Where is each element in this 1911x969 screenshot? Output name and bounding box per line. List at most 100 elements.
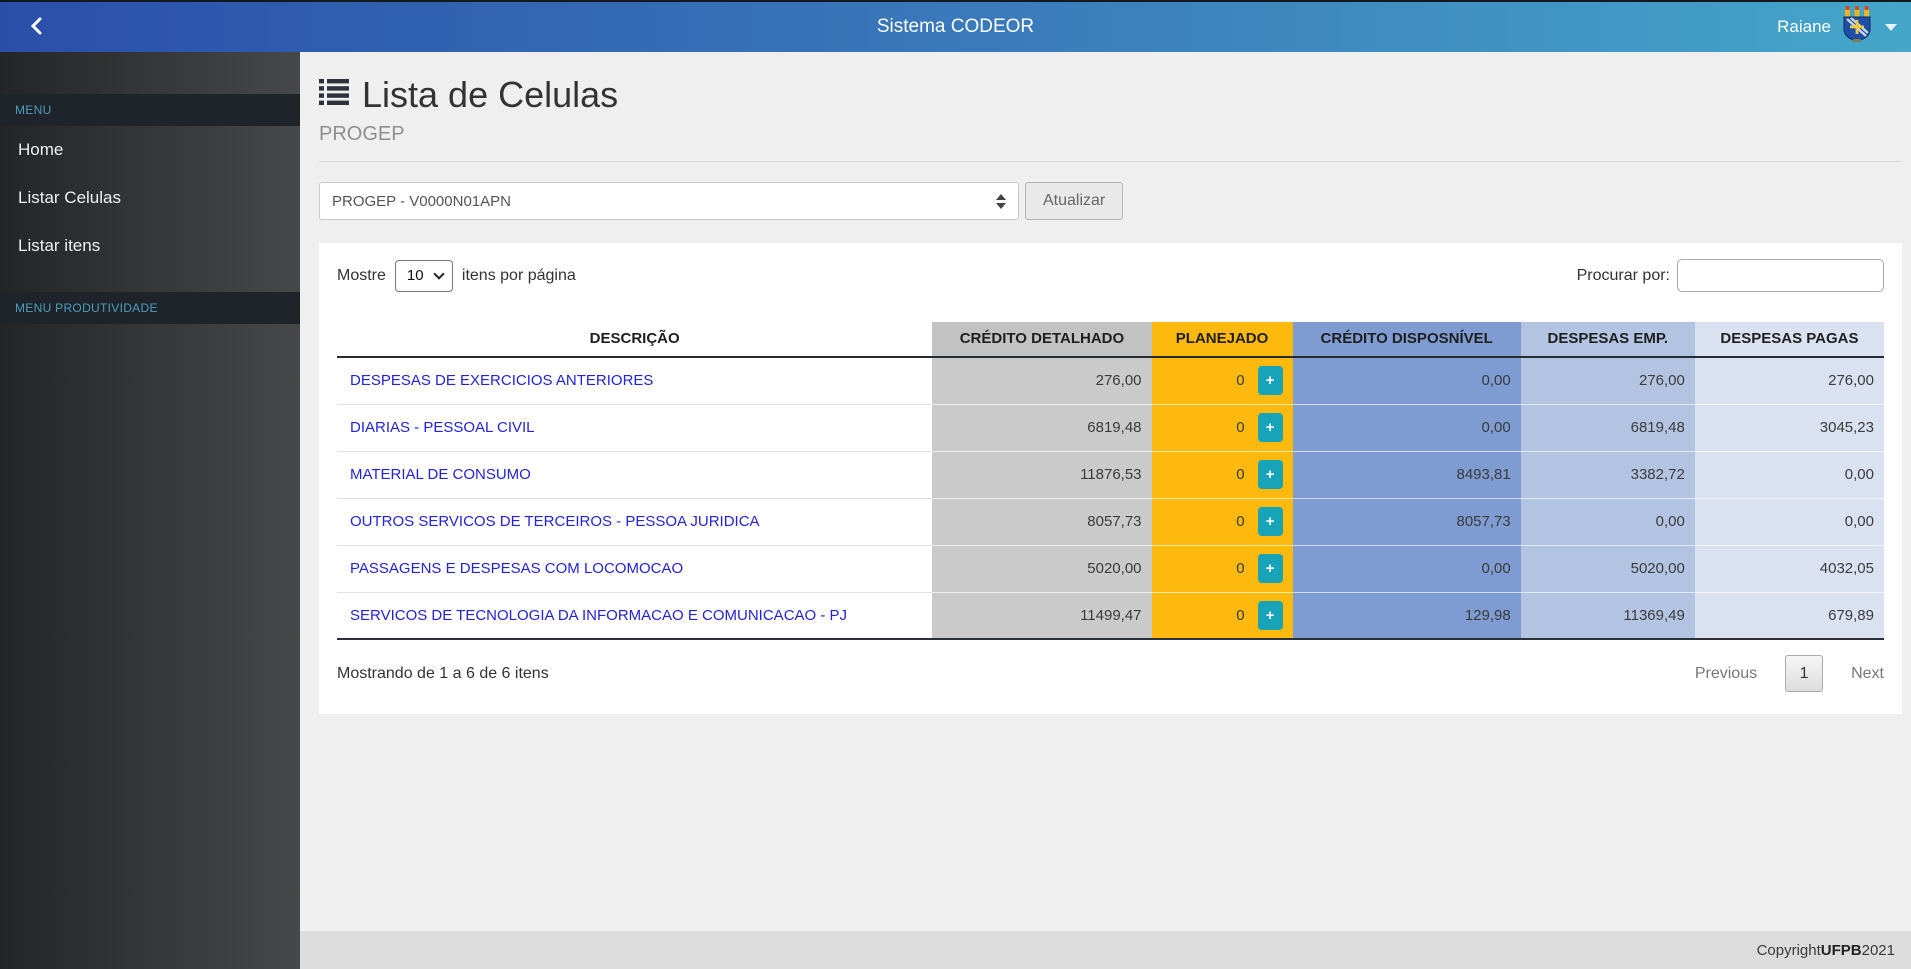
user-menu[interactable]: Raiane <box>1777 2 1897 52</box>
cell-despesas-pagas: 679,89 <box>1695 592 1884 639</box>
cell-credito-disponivel: 0,00 <box>1293 357 1521 404</box>
table-row: DIARIAS - PESSOAL CIVIL 6819,48 0+ 0,00 … <box>337 404 1884 451</box>
table-footer: Mostrando de 1 a 6 de 6 itens Previous 1… <box>337 655 1884 692</box>
sidebar: MENU Home Listar Celulas Listar itens ME… <box>0 52 300 969</box>
cell-despesas-emp: 3382,72 <box>1521 451 1695 498</box>
sidebar-item-listar-itens[interactable]: Listar itens <box>0 222 300 270</box>
page-size-select[interactable]: 10 <box>395 260 453 292</box>
cell-planejado: 0 <box>1236 372 1244 389</box>
add-planejado-button[interactable]: + <box>1258 507 1283 536</box>
main-content: Lista de Celulas PROGEP PROGEP - V0000N0… <box>300 52 1911 931</box>
add-planejado-button[interactable]: + <box>1258 554 1283 583</box>
table-row: SERVICOS DE TECNOLOGIA DA INFORMACAO E C… <box>337 592 1884 639</box>
add-planejado-button[interactable]: + <box>1258 460 1283 489</box>
celula-link[interactable]: SERVICOS DE TECNOLOGIA DA INFORMACAO E C… <box>350 607 847 624</box>
table-row: MATERIAL DE CONSUMO 11876,53 0+ 8493,81 … <box>337 451 1884 498</box>
back-button[interactable] <box>16 2 56 52</box>
celula-select[interactable]: PROGEP - V0000N01APN <box>319 182 1019 220</box>
table-row: OUTROS SERVICOS DE TERCEIROS - PESSOA JU… <box>337 498 1884 545</box>
cell-despesas-emp: 276,00 <box>1521 357 1695 404</box>
ufpb-logo-icon <box>1842 6 1872 48</box>
cell-credito-disponivel: 0,00 <box>1293 404 1521 451</box>
celula-select-value: PROGEP - V0000N01APN <box>332 193 511 210</box>
atualizar-button[interactable]: Atualizar <box>1025 182 1123 220</box>
cell-despesas-emp: 11369,49 <box>1521 592 1695 639</box>
cell-despesas-pagas: 4032,05 <box>1695 545 1884 592</box>
cell-credito-detalhado: 11499,47 <box>932 592 1151 639</box>
page-number-button[interactable]: 1 <box>1785 655 1823 692</box>
col-header-despesas-pagas[interactable]: DESPESAS PAGAS <box>1695 322 1884 357</box>
pagination-info: Mostrando de 1 a 6 de 6 itens <box>337 665 549 683</box>
celulas-table: DESCRIÇÃO CRÉDITO DETALHADO PLANEJADO CR… <box>337 322 1884 640</box>
celula-link[interactable]: DESPESAS DE EXERCICIOS ANTERIORES <box>350 372 653 389</box>
cell-planejado: 0 <box>1236 513 1244 530</box>
page-footer: CopyrightUFPB2021 <box>300 931 1911 969</box>
table-controls: Mostre 10 itens por página Procurar por: <box>337 259 1884 292</box>
length-label-suffix: itens por página <box>462 267 576 285</box>
table-row: PASSAGENS E DESPESAS COM LOCOMOCAO 5020,… <box>337 545 1884 592</box>
search-input[interactable] <box>1677 259 1884 292</box>
cell-credito-detalhado: 8057,73 <box>932 498 1151 545</box>
cell-credito-disponivel: 8057,73 <box>1293 498 1521 545</box>
col-header-credito-detalhado[interactable]: CRÉDITO DETALHADO <box>932 322 1151 357</box>
cell-credito-detalhado: 6819,48 <box>932 404 1151 451</box>
next-page-button[interactable]: Next <box>1851 665 1884 683</box>
chevron-down-icon <box>1885 24 1897 31</box>
user-name: Raiane <box>1777 17 1831 37</box>
cell-credito-disponivel: 8493,81 <box>1293 451 1521 498</box>
page-title: Lista de Celulas <box>362 74 618 116</box>
chevron-left-icon <box>29 17 44 38</box>
add-planejado-button[interactable]: + <box>1258 601 1283 630</box>
cell-despesas-pagas: 0,00 <box>1695 451 1884 498</box>
sidebar-spacer <box>0 270 300 292</box>
table-row: DESPESAS DE EXERCICIOS ANTERIORES 276,00… <box>337 357 1884 404</box>
top-navbar: Sistema CODEOR Raiane <box>0 0 1911 52</box>
page-subtitle: PROGEP <box>319 123 1902 146</box>
celula-link[interactable]: MATERIAL DE CONSUMO <box>350 466 531 483</box>
page-size-value: 10 <box>407 267 424 284</box>
copyright-prefix: Copyright <box>1757 942 1821 959</box>
copyright-brand: UFPB <box>1821 942 1862 959</box>
app-title: Sistema CODEOR <box>0 16 1911 38</box>
celula-link[interactable]: OUTROS SERVICOS DE TERCEIROS - PESSOA JU… <box>350 513 760 530</box>
col-header-despesas-emp[interactable]: DESPESAS EMP. <box>1521 322 1695 357</box>
cell-planejado: 0 <box>1236 419 1244 436</box>
cell-despesas-pagas: 0,00 <box>1695 498 1884 545</box>
divider <box>319 161 1902 162</box>
previous-page-button[interactable]: Previous <box>1695 665 1757 683</box>
cell-planejado: 0 <box>1236 560 1244 577</box>
table-header-row: DESCRIÇÃO CRÉDITO DETALHADO PLANEJADO CR… <box>337 322 1884 357</box>
celula-link[interactable]: PASSAGENS E DESPESAS COM LOCOMOCAO <box>350 560 683 577</box>
celula-link[interactable]: DIARIAS - PESSOAL CIVIL <box>350 419 535 436</box>
filter-row: PROGEP - V0000N01APN Atualizar <box>319 182 1902 220</box>
cell-planejado: 0 <box>1236 466 1244 483</box>
list-icon <box>319 78 349 112</box>
add-planejado-button[interactable]: + <box>1258 413 1283 442</box>
sidebar-item-listar-celulas[interactable]: Listar Celulas <box>0 174 300 222</box>
sidebar-section-menu: MENU <box>0 94 300 126</box>
cell-credito-disponivel: 129,98 <box>1293 592 1521 639</box>
sidebar-item-home[interactable]: Home <box>0 126 300 174</box>
page-header: Lista de Celulas PROGEP <box>319 74 1902 162</box>
cell-despesas-pagas: 276,00 <box>1695 357 1884 404</box>
sidebar-section-menu-produtividade: MENU PRODUTIVIDADE <box>0 292 300 324</box>
cell-despesas-emp: 5020,00 <box>1521 545 1695 592</box>
select-arrows-icon <box>996 194 1006 209</box>
col-header-credito-disponivel[interactable]: CRÉDITO DISPOSNÍVEL <box>1293 322 1521 357</box>
table-card: Mostre 10 itens por página Procurar por:… <box>319 243 1902 714</box>
search-label: Procurar por: <box>1577 267 1670 285</box>
copyright-year: 2021 <box>1862 942 1895 959</box>
cell-credito-detalhado: 5020,00 <box>932 545 1151 592</box>
cell-credito-disponivel: 0,00 <box>1293 545 1521 592</box>
chevron-down-icon <box>433 268 444 279</box>
cell-credito-detalhado: 276,00 <box>932 357 1151 404</box>
col-header-planejado[interactable]: PLANEJADO <box>1152 322 1293 357</box>
cell-credito-detalhado: 11876,53 <box>932 451 1151 498</box>
cell-despesas-emp: 6819,48 <box>1521 404 1695 451</box>
cell-planejado: 0 <box>1236 607 1244 624</box>
pagination: Previous 1 Next <box>1695 655 1884 692</box>
cell-despesas-pagas: 3045,23 <box>1695 404 1884 451</box>
add-planejado-button[interactable]: + <box>1258 366 1283 395</box>
length-label-prefix: Mostre <box>337 267 386 285</box>
col-header-descricao[interactable]: DESCRIÇÃO <box>337 322 932 357</box>
